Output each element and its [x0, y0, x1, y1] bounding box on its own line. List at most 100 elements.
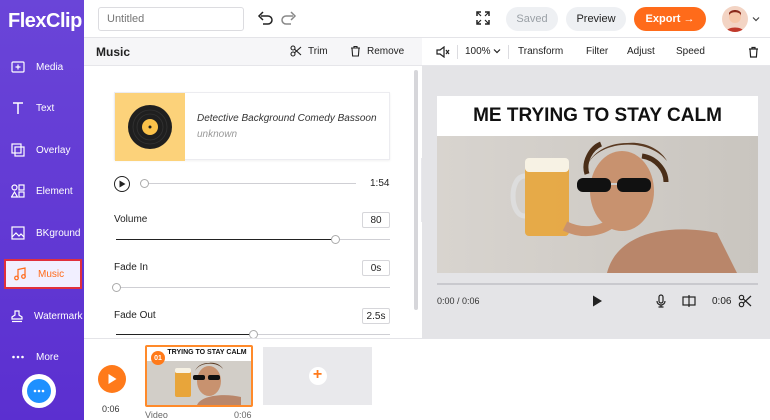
clip-duration: 0:06: [234, 410, 252, 420]
play-icon: [108, 374, 117, 384]
track-play-button[interactable]: [114, 176, 130, 192]
fade-out-slider[interactable]: [116, 330, 390, 339]
trim-label: Trim: [308, 45, 328, 57]
volume-value-input[interactable]: 80: [362, 212, 390, 228]
remove-button[interactable]: Remove: [350, 45, 404, 57]
top-bar: Saved Preview Export →: [84, 0, 770, 38]
transform-button[interactable]: Transform: [518, 46, 563, 57]
preview-button[interactable]: Preview: [566, 7, 626, 31]
music-panel-header: Music Trim Remove: [84, 38, 422, 66]
panel-title: Music: [96, 45, 131, 59]
flexclip-logo[interactable]: FlexClip: [8, 10, 82, 33]
chat-support-button[interactable]: [22, 374, 56, 408]
trim-button[interactable]: Trim: [290, 45, 328, 57]
sidebar-item-label: More: [36, 351, 59, 363]
fade-out-label: Fade Out: [114, 310, 156, 321]
background-icon: [10, 225, 26, 241]
more-dots-icon: [10, 349, 26, 365]
fade-in-value-input[interactable]: 0s: [362, 260, 390, 276]
toolbar-divider: [457, 45, 458, 59]
video-preview-frame[interactable]: ME TRYING TO STAY CALM: [437, 96, 758, 273]
scissors-icon[interactable]: [738, 294, 752, 308]
zoom-dropdown[interactable]: 100%: [465, 46, 501, 57]
track-duration: 1:54: [370, 178, 390, 189]
redo-icon[interactable]: [280, 9, 298, 27]
video-time: 0:00 / 0:06: [437, 296, 480, 306]
clip-thumbnail: [147, 361, 251, 405]
timeline: 0:06 01 TRYING TO STAY CALM Video 0:06 +: [84, 338, 770, 420]
video-progress-bar[interactable]: [437, 283, 758, 285]
track-progress-bar[interactable]: [142, 183, 356, 184]
export-button[interactable]: Export →: [634, 7, 706, 31]
sidebar-item-watermark[interactable]: Watermark: [4, 301, 83, 331]
sidebar-item-music[interactable]: Music: [4, 259, 82, 289]
clip-number-badge: 01: [151, 351, 165, 365]
fade-out-value: 2.5s: [366, 310, 386, 322]
sidebar-item-label: Media: [36, 61, 64, 73]
overlay-icon: [10, 142, 26, 158]
fade-in-slider[interactable]: [112, 283, 390, 292]
fade-in-slider-handle[interactable]: [112, 283, 121, 292]
fade-out-value-input[interactable]: 2.5s: [362, 308, 390, 324]
filter-button[interactable]: Filter: [586, 46, 608, 57]
sidebar-item-label: Element: [36, 185, 73, 197]
zoom-value: 100%: [465, 46, 491, 57]
album-art: [115, 93, 185, 161]
sidebar-item-more[interactable]: More: [4, 342, 82, 372]
play-icon: [119, 180, 126, 188]
trash-icon[interactable]: [748, 46, 759, 58]
chevron-down-icon[interactable]: [752, 15, 760, 23]
split-icon[interactable]: [682, 294, 696, 308]
avatar[interactable]: [722, 6, 748, 32]
remove-label: Remove: [367, 45, 405, 57]
sidebar-item-label: Music: [38, 268, 65, 280]
sidebar-item-element[interactable]: Element: [4, 176, 82, 206]
logo-text: FlexClip: [8, 10, 82, 32]
preview-label: Preview: [576, 13, 616, 25]
fullscreen-icon[interactable]: [476, 11, 490, 25]
timeline-play-button[interactable]: [98, 365, 126, 393]
saved-button[interactable]: Saved: [506, 7, 558, 31]
sidebar-item-label: Text: [36, 102, 55, 114]
sidebar-item-media[interactable]: Media: [4, 52, 82, 82]
fade-in-value: 0s: [370, 262, 382, 274]
sidebar-item-text[interactable]: Text: [4, 93, 82, 123]
speed-button[interactable]: Speed: [676, 46, 705, 57]
timeline-clip[interactable]: 01 TRYING TO STAY CALM: [145, 345, 253, 407]
watermark-stamp-icon: [10, 308, 24, 324]
sidebar-item-overlay[interactable]: Overlay: [4, 135, 82, 165]
volume-label: Volume: [114, 214, 148, 225]
add-clip-button[interactable]: +: [263, 347, 372, 405]
volume-slider-fill: [116, 239, 336, 240]
music-panel: Music Trim Remove Detective Background C…: [84, 38, 422, 339]
toolbar-divider: [508, 45, 509, 59]
clip-type-label: Video: [145, 410, 168, 420]
vinyl-record-icon: [128, 105, 172, 149]
video-duration: 0:06: [712, 296, 732, 307]
play-icon[interactable]: [590, 294, 604, 308]
adjust-button[interactable]: Adjust: [627, 46, 655, 57]
volume-slider-handle[interactable]: [331, 235, 341, 244]
volume-slider[interactable]: [116, 235, 390, 244]
video-frame-image: [437, 136, 758, 273]
project-title-input[interactable]: [98, 7, 244, 31]
preview-area: ME TRYING TO STAY CALM 0:00 / 0:06 0:06: [422, 66, 770, 338]
track-progress-handle[interactable]: [140, 179, 149, 188]
fade-out-slider-fill: [116, 334, 253, 335]
sidebar-item-label: BKground: [36, 227, 81, 239]
sidebar-item-label: Watermark: [34, 310, 83, 322]
track-artist: unknown: [197, 129, 238, 140]
sidebar-item-bkground[interactable]: BKground: [4, 218, 82, 248]
plus-icon: +: [308, 367, 327, 385]
scissors-icon: [290, 45, 302, 57]
track-title: Detective Background Comedy Bassoon: [197, 113, 377, 124]
panel-scrollbar[interactable]: [414, 70, 418, 310]
undo-icon[interactable]: [256, 9, 274, 27]
microphone-icon[interactable]: [654, 294, 668, 308]
video-caption-text[interactable]: ME TRYING TO STAY CALM: [437, 96, 758, 136]
volume-value: 80: [370, 214, 382, 226]
media-plus-icon: [10, 59, 26, 75]
mute-icon[interactable]: [436, 46, 450, 58]
text-t-icon: [10, 100, 26, 116]
music-track-card[interactable]: Detective Background Comedy Bassoon unkn…: [114, 92, 390, 161]
